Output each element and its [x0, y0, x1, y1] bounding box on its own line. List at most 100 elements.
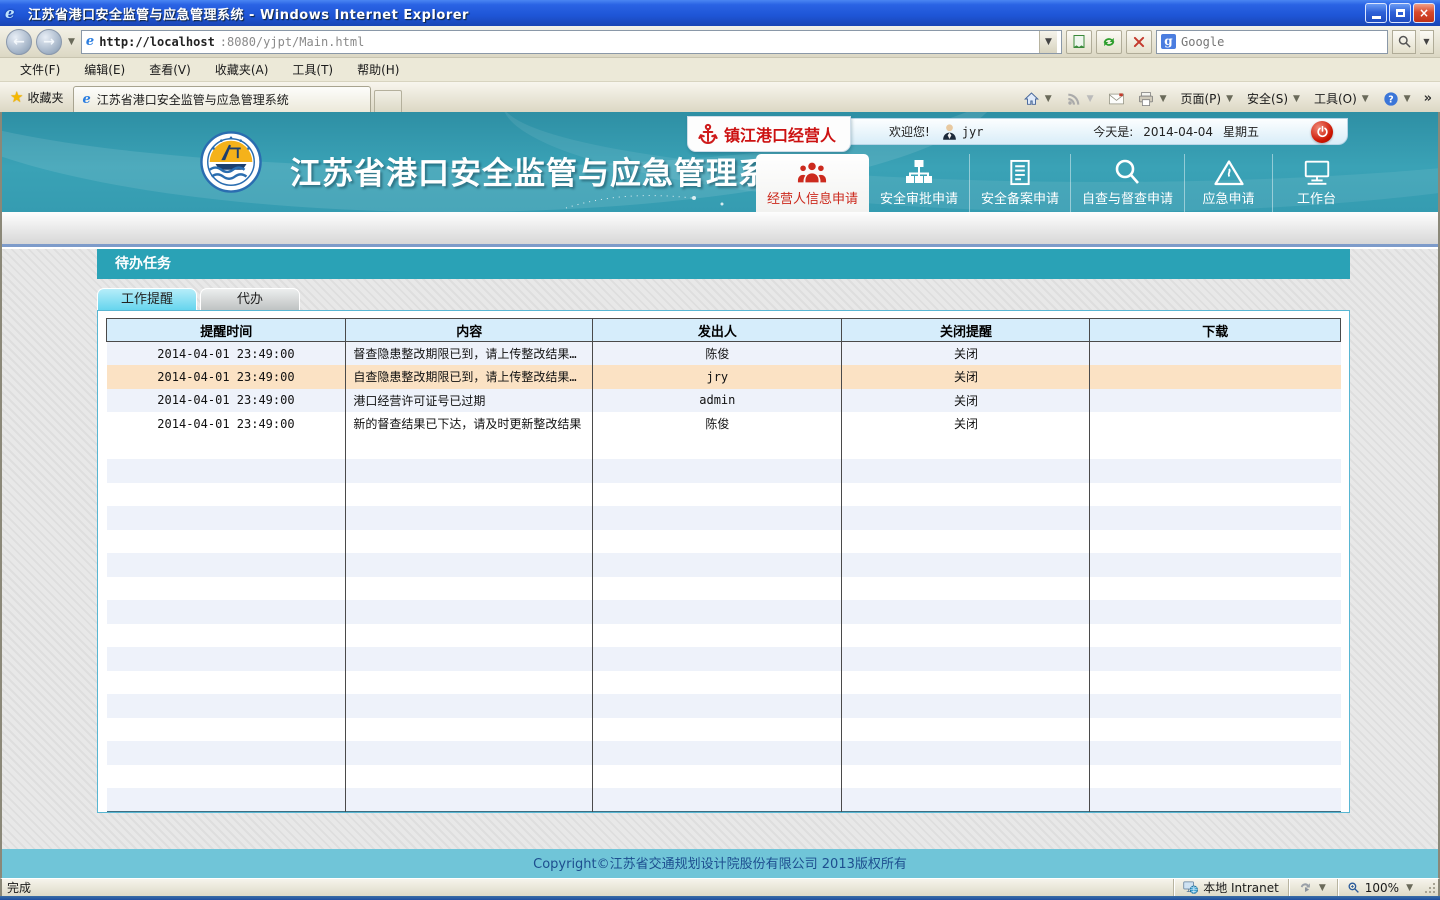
todo-table: 提醒时间内容发出人关闭提醒下载 2014-04-01 23:49:00 督查隐患… [106, 318, 1341, 812]
resize-grip[interactable] [1424, 879, 1438, 896]
table-row[interactable]: 2014-04-01 23:49:00 港口经营许可证号已过期 admin 关闭 [107, 389, 1341, 413]
column-header: 内容 [346, 319, 593, 342]
document-icon [1007, 158, 1033, 186]
page-menu[interactable]: 页面(P)▼ [1176, 88, 1241, 109]
menu-item[interactable]: 文件(F) [8, 58, 72, 81]
stop-button[interactable] [1126, 30, 1152, 54]
cell-sender: jry [593, 365, 842, 389]
cell-reminder-time: 2014-04-01 23:49:00 [107, 389, 346, 413]
address-bar: ← → ▼ e http://localhost :8080/yjpt/Main… [0, 26, 1440, 58]
close-reminder-link[interactable]: 关闭 [954, 347, 978, 361]
cell-sender: admin [593, 389, 842, 413]
svg-text:?: ? [1388, 94, 1393, 105]
empty-table-row [107, 553, 1341, 577]
menu-item[interactable]: 工具(T) [280, 58, 345, 81]
column-header: 发出人 [593, 319, 842, 342]
content-area: 待办任务 工作提醒代办 提醒时间内容发出人关闭提醒下载 [2, 249, 1438, 849]
cell-download [1090, 389, 1341, 413]
search-button[interactable] [1392, 30, 1416, 54]
command-overflow-button[interactable]: » [1420, 91, 1436, 106]
zoom-level: 100% [1365, 881, 1399, 895]
search-input[interactable] [1181, 35, 1383, 49]
empty-table-row [107, 506, 1341, 530]
workbench-monitor-icon [1302, 158, 1332, 186]
window-bottom-edge [0, 896, 1440, 900]
logout-power-button[interactable] [1311, 121, 1333, 143]
cell-content: 港口经营许可证号已过期 [346, 389, 593, 413]
menu-item[interactable]: 编辑(E) [72, 58, 137, 81]
address-field[interactable]: e http://localhost :8080/yjpt/Main.html … [81, 30, 1062, 54]
todo-panel: 提醒时间内容发出人关闭提醒下载 2014-04-01 23:49:00 督查隐患… [97, 310, 1350, 813]
sitemap-icon [905, 158, 933, 186]
close-button[interactable]: × [1413, 3, 1435, 23]
ie-favicon: e [86, 35, 94, 49]
protected-mode-button[interactable]: ▼ [1288, 879, 1337, 896]
menu-item[interactable]: 收藏夹(A) [203, 58, 281, 81]
close-reminder-link[interactable]: 关闭 [954, 417, 978, 431]
nav-item[interactable]: 经营人信息申请 [756, 154, 869, 212]
menu-item[interactable]: 查看(V) [137, 58, 203, 81]
url-host: http://localhost [99, 35, 215, 49]
search-options-dropdown[interactable]: ▼ [1420, 30, 1434, 54]
safety-menu[interactable]: 安全(S)▼ [1242, 88, 1307, 109]
forward-button[interactable]: → [36, 29, 62, 55]
site-header: 江苏省港口安全监管与应急管理系统 镇江港口经营人 欢迎您! [2, 112, 1438, 212]
empty-table-row [107, 624, 1341, 648]
zoom-control[interactable]: 100% ▼ [1337, 879, 1424, 896]
table-row[interactable]: 2014-04-01 23:49:00 新的督查结果已下达，请及时更新整改结果 … [107, 412, 1341, 436]
status-text: 完成 [2, 879, 1173, 896]
address-dropdown[interactable]: ▼ [1039, 31, 1057, 53]
nav-item-label: 自查与督查申请 [1082, 188, 1173, 207]
search-box[interactable]: g [1156, 30, 1388, 54]
google-logo-icon: g [1161, 34, 1176, 49]
empty-table-row [107, 530, 1341, 554]
section-title: 待办任务 [97, 249, 1350, 279]
nav-item[interactable]: 自查与督查申请 [1070, 154, 1184, 212]
column-header: 关闭提醒 [842, 319, 1090, 342]
empty-table-row [107, 436, 1341, 460]
empty-table-row [107, 671, 1341, 695]
empty-table-row [107, 765, 1341, 789]
todo-tabs: 工作提醒代办 [97, 288, 1438, 310]
close-reminder-link[interactable]: 关闭 [954, 394, 978, 408]
empty-table-row [107, 741, 1341, 765]
todo-tab[interactable]: 代办 [200, 288, 300, 310]
todo-tab[interactable]: 工作提醒 [97, 288, 197, 310]
compatibility-view-button[interactable] [1066, 30, 1092, 54]
table-row[interactable]: 2014-04-01 23:49:00 自查隐患整改期限已到，请上传整改结果… … [107, 365, 1341, 389]
feeds-button[interactable]: ▼ [1061, 89, 1101, 109]
command-bar: ▼ ▼ ▼ 页面(P)▼ 安全(S)▼ 工具(O)▼ ?▼ » [1018, 88, 1436, 112]
window-title: 江苏省港口安全监管与应急管理系统 - Windows Internet Expl… [28, 4, 1365, 23]
close-reminder-link[interactable]: 关闭 [954, 370, 978, 384]
main-navigation: 经营人信息申请 [756, 154, 1360, 212]
help-menu[interactable]: ?▼ [1378, 89, 1418, 109]
back-button[interactable]: ← [6, 29, 32, 55]
nav-item[interactable]: 应急申请 [1184, 154, 1272, 212]
menu-bar: 文件(F)编辑(E)查看(V)收藏夹(A)工具(T)帮助(H) [0, 58, 1440, 82]
favorites-bar: ★ 收藏夹 e 江苏省港口安全监管与应急管理系统 ▼ ▼ ▼ 页面(P)▼ 安全… [0, 82, 1440, 112]
empty-table-row [107, 694, 1341, 718]
browser-tab[interactable]: e 江苏省港口安全监管与应急管理系统 [73, 86, 371, 112]
tools-menu[interactable]: 工具(O)▼ [1309, 88, 1376, 109]
table-row[interactable]: 2014-04-01 23:49:00 督查隐患整改期限已到，请上传整改结果… … [107, 342, 1341, 366]
empty-table-row [107, 459, 1341, 483]
user-avatar-icon [942, 123, 957, 140]
nav-item[interactable]: 安全审批申请 [869, 154, 969, 212]
minimize-button[interactable] [1365, 3, 1387, 23]
nav-item[interactable]: 工作台 [1272, 154, 1360, 212]
empty-table-row [107, 483, 1341, 507]
emergency-warning-icon [1214, 158, 1244, 186]
port-logo [200, 131, 262, 197]
read-mail-button[interactable] [1103, 90, 1130, 108]
refresh-button[interactable] [1096, 30, 1122, 54]
home-button[interactable]: ▼ [1018, 89, 1059, 109]
menu-item[interactable]: 帮助(H) [345, 58, 411, 81]
empty-table-row [107, 647, 1341, 671]
print-button[interactable]: ▼ [1132, 89, 1174, 109]
restore-button[interactable] [1389, 3, 1411, 23]
history-dropdown[interactable]: ▼ [66, 37, 77, 47]
new-tab-button[interactable] [374, 90, 402, 112]
empty-table-row [107, 577, 1341, 601]
favorites-button[interactable]: ★ 收藏夹 [4, 83, 73, 112]
nav-item[interactable]: 安全备案申请 [969, 154, 1070, 212]
